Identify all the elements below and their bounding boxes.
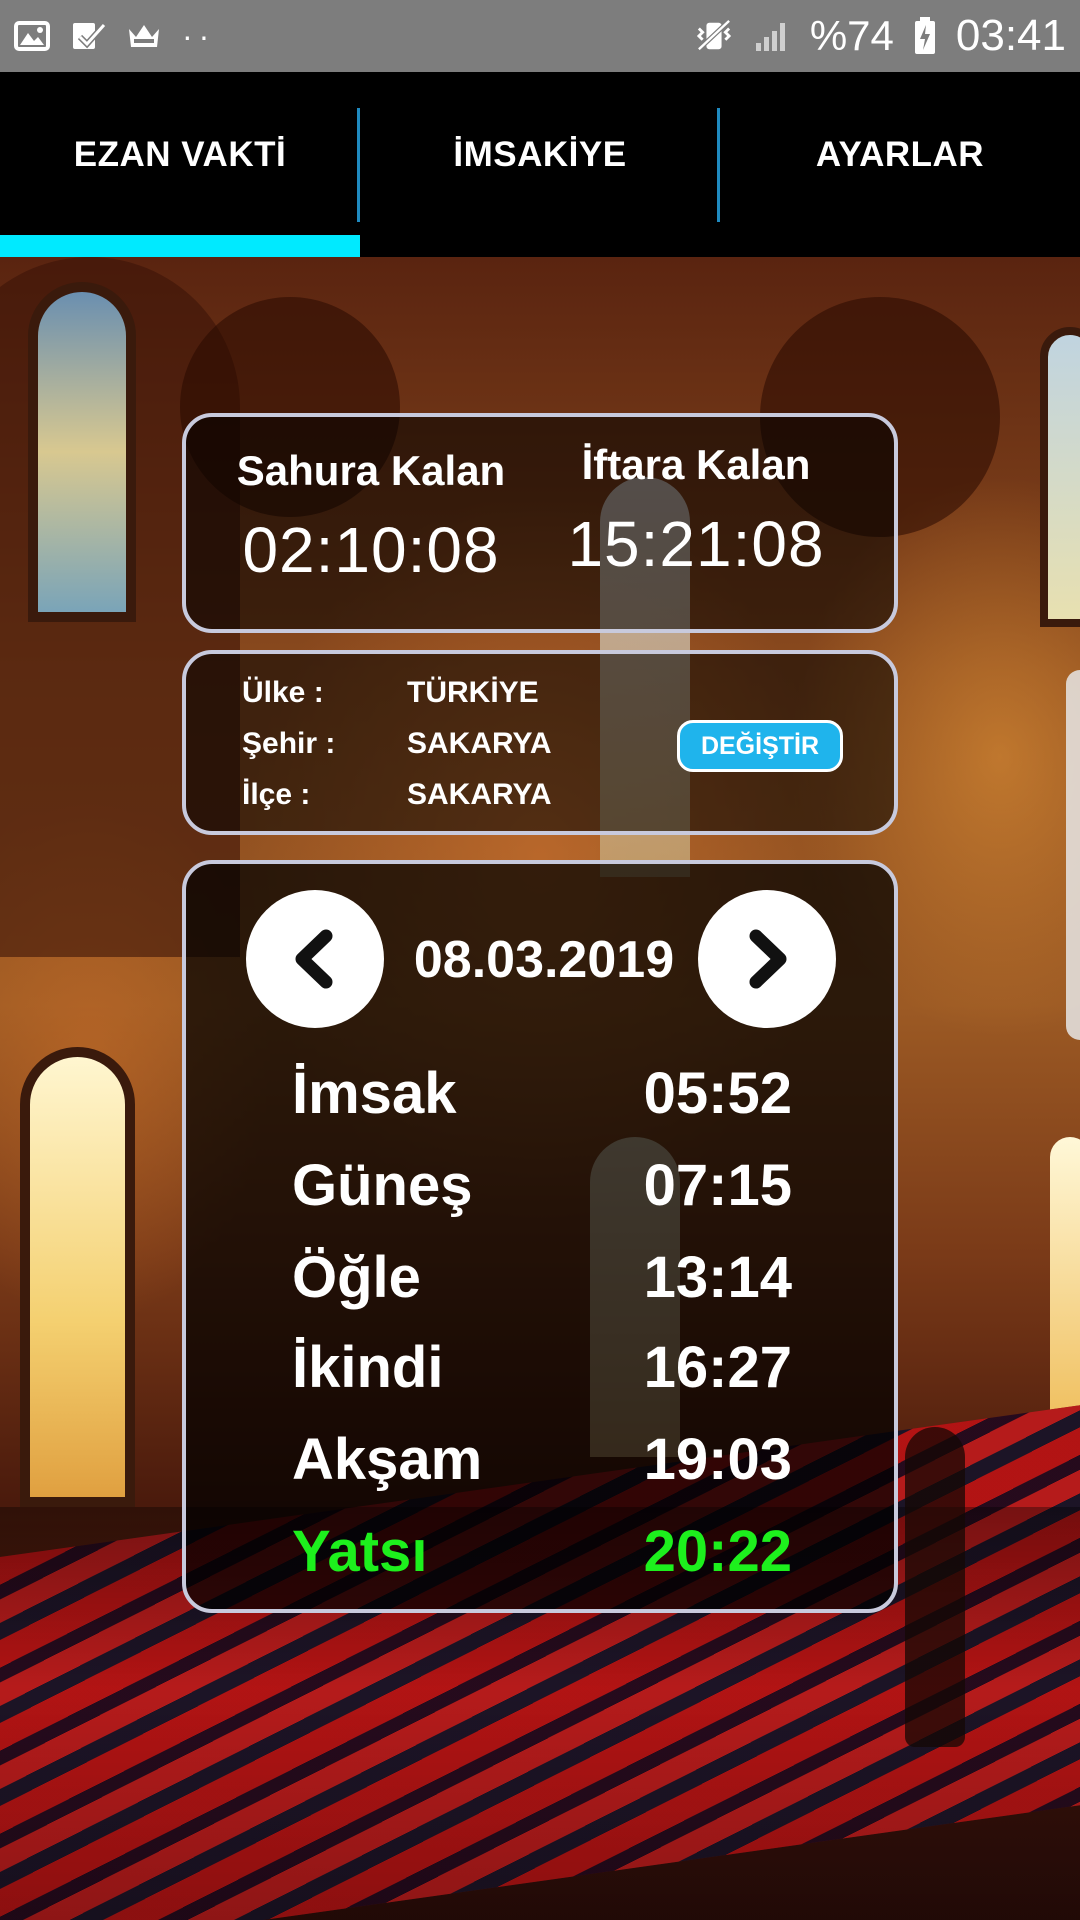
prayer-row-imsak: İmsak 05:52 <box>292 1060 792 1130</box>
prayer-row-ogle: Öğle 13:14 <box>292 1244 792 1314</box>
battery-percent: %74 <box>809 12 894 59</box>
prayer-time: 16:27 <box>643 1335 792 1400</box>
location-card: Ülke : TÜRKİYE Şehir : SAKARYA İlçe : SA… <box>182 650 898 835</box>
city-value: SAKARYA <box>407 727 552 760</box>
country-value: TÜRKİYE <box>407 676 539 709</box>
sahur-label: Sahura Kalan <box>236 447 506 494</box>
tab-label: İMSAKİYE <box>453 134 627 174</box>
prayer-name: Öğle <box>292 1245 421 1310</box>
tab-imsakiye[interactable]: İMSAKİYE <box>360 72 720 257</box>
crown-icon <box>129 25 159 47</box>
tab-label: EZAN VAKTİ <box>73 134 287 174</box>
prayer-row-ikindi: İkindi 16:27 <box>292 1334 792 1404</box>
district-value: SAKARYA <box>407 778 552 811</box>
city-row: Şehir : SAKARYA <box>242 727 551 761</box>
tab-ayarlar[interactable]: AYARLAR <box>720 72 1080 257</box>
prayer-row-aksam: Akşam 19:03 <box>292 1426 792 1496</box>
status-bar: ·· %74 03:41 <box>0 0 1080 72</box>
prayer-time: 20:22 <box>643 1519 792 1584</box>
sahur-countdown: Sahura Kalan 02:10:08 <box>236 447 506 587</box>
signal-icon <box>755 23 785 51</box>
district-label: İlçe : <box>242 778 311 811</box>
sahur-value: 02:10:08 <box>242 514 500 586</box>
prayer-row-gunes: Güneş 07:15 <box>292 1152 792 1222</box>
edge-panel-handle[interactable] <box>1066 670 1080 1040</box>
prayer-row-yatsi: Yatsı 20:22 <box>292 1518 792 1588</box>
prayer-time: 13:14 <box>643 1245 792 1310</box>
image-icon <box>14 21 50 51</box>
iftar-countdown: İftara Kalan 15:21:08 <box>561 441 831 581</box>
task-check-icon <box>73 22 106 49</box>
prayer-time: 05:52 <box>643 1061 792 1126</box>
battery-charging-icon <box>914 17 935 54</box>
tab-label: AYARLAR <box>815 134 985 174</box>
district-row: İlçe : SAKARYA <box>242 778 551 812</box>
prayer-name: İmsak <box>292 1061 457 1126</box>
active-tab-indicator <box>0 235 360 257</box>
prayer-name: Güneş <box>292 1153 473 1218</box>
prayer-time: 07:15 <box>643 1153 792 1218</box>
change-location-button[interactable]: DEĞİŞTİR <box>677 720 843 772</box>
tab-ezan-vakti[interactable]: EZAN VAKTİ <box>0 72 360 257</box>
vibrate-mute-icon <box>696 19 731 51</box>
countdown-card: Sahura Kalan 02:10:08 İftara Kalan 15:21… <box>182 413 898 633</box>
next-day-button[interactable] <box>698 890 836 1028</box>
country-row: Ülke : TÜRKİYE <box>242 676 539 710</box>
notification-dots: ·· <box>182 18 216 54</box>
chevron-right-icon <box>749 929 787 989</box>
tab-bar: EZAN VAKTİ İMSAKİYE AYARLAR <box>0 72 1080 257</box>
prayer-name: Yatsı <box>292 1519 428 1584</box>
prayer-time: 19:03 <box>643 1427 792 1492</box>
iftar-label: İftara Kalan <box>581 441 811 488</box>
clock: 03:41 <box>955 11 1066 60</box>
country-label: Ülke : <box>242 676 324 709</box>
city-label: Şehir : <box>242 727 336 760</box>
prayer-name: Akşam <box>292 1427 483 1492</box>
prayer-name: İkindi <box>292 1335 444 1400</box>
prayer-times-card: 08.03.2019 İmsak 05:52 Güneş 07:15 Öğle … <box>182 860 898 1613</box>
iftar-value: 15:21:08 <box>567 508 825 580</box>
